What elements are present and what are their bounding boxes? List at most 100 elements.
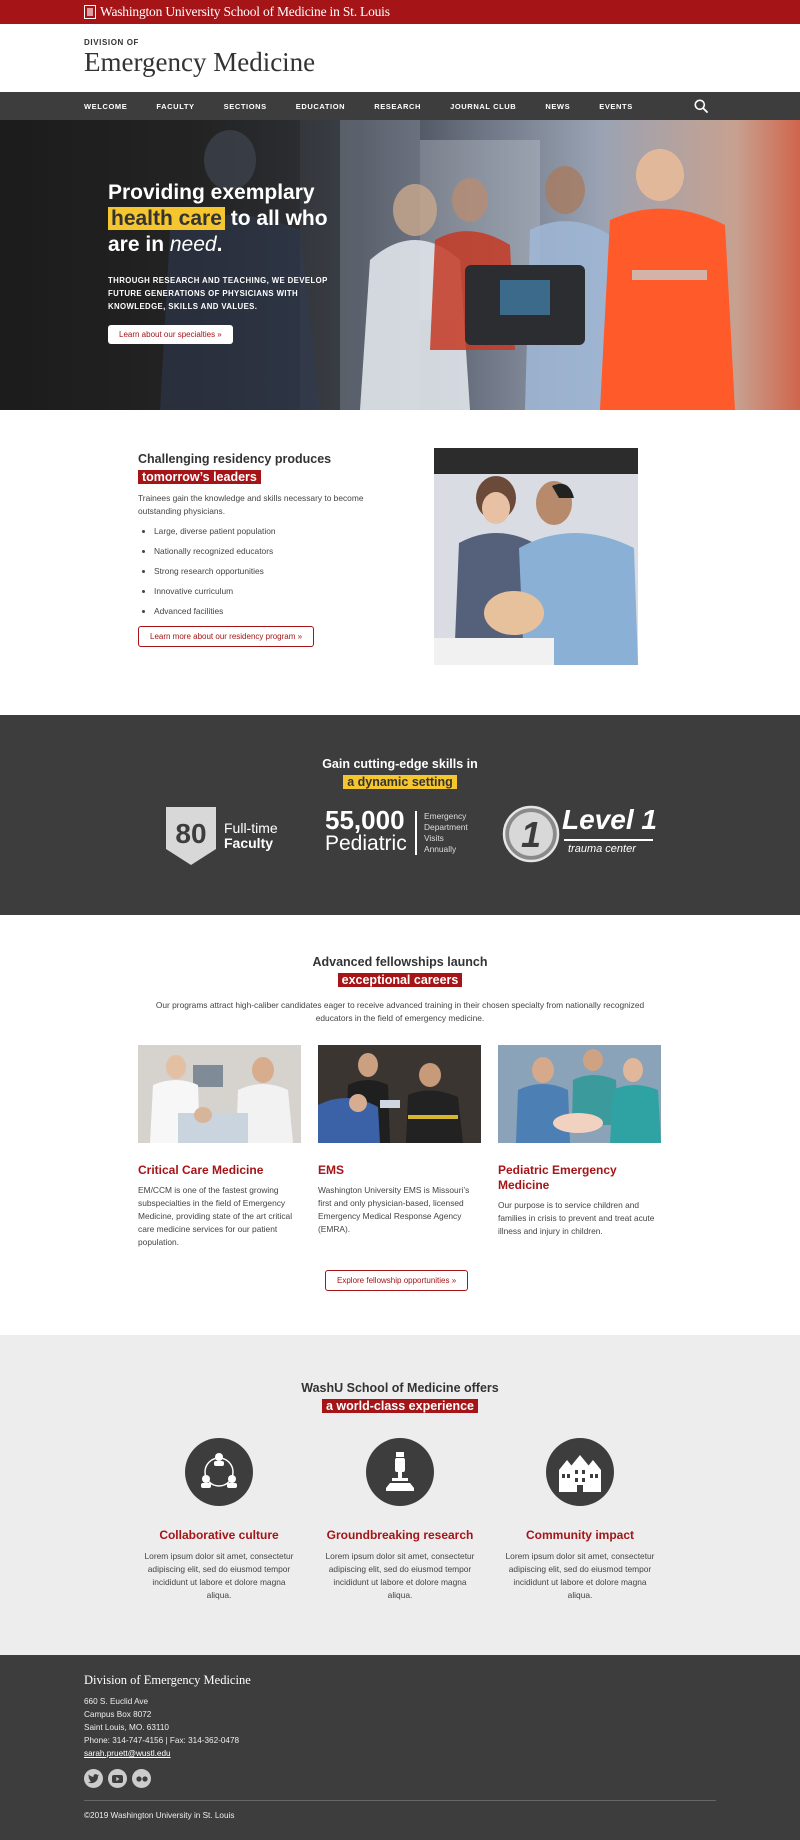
card-body: Washington University EMS is Missouri’s … [318, 1185, 470, 1234]
phone-fax: Phone: 314-747-4156 | Fax: 314-362-0478 [84, 1736, 240, 1745]
hero-line-3: are in [108, 233, 165, 256]
footer-divider [84, 1800, 716, 1801]
university-seal-icon [84, 5, 96, 19]
pediatric-number: 55,000 [325, 805, 405, 835]
nav-item-journal-club[interactable]: JOURNAL CLUB [450, 102, 516, 111]
fellowships-heading-text: Advanced fellowships launch [312, 955, 488, 969]
stats-highlight: a dynamic setting [343, 775, 457, 789]
fellowship-card-critical-care: Critical Care Medicine EM/CCM is one of … [138, 1045, 301, 1249]
nav-item-faculty[interactable]: FACULTY [156, 102, 194, 111]
card-title[interactable]: Pediatric Emergency Medicine [498, 1163, 661, 1193]
residency-body: Trainees gain the knowledge and skills n… [138, 493, 364, 516]
stats-heading-text: Gain cutting-edge skills in [322, 757, 478, 771]
residency-section: Challenging residency produces tomorrow’… [0, 410, 800, 715]
residency-highlight: tomorrow’s leaders [138, 470, 261, 484]
pediatric-photo [498, 1045, 661, 1143]
fellowship-card-pediatric: Pediatric Emergency Medicine Our purpose… [498, 1045, 661, 1238]
footer-org-name: Division of Emergency Medicine [84, 1673, 251, 1687]
hero-highlight: health care [108, 207, 225, 230]
email-link[interactable]: sarah.pruett@wustl.edu [84, 1749, 171, 1758]
fellowship-opportunities-button[interactable]: Explore fellowship opportunities » [325, 1270, 469, 1291]
world-highlight: a world-class experience [322, 1399, 478, 1413]
pediatric-desc-line: Annually [424, 844, 457, 854]
faculty-number: 80 [175, 818, 206, 849]
fellowships-highlight: exceptional careers [337, 973, 463, 987]
faculty-label: Full-time Faculty [224, 821, 278, 851]
divider [564, 839, 653, 841]
level-digit: 1 [521, 814, 541, 855]
critical-care-photo [138, 1045, 301, 1143]
card-body: EM/CCM is one of the fastest growing sub… [138, 1185, 293, 1247]
feature-body: Lorem ipsum dolor sit amet, consectetur … [325, 1551, 475, 1600]
nav-item-research[interactable]: RESEARCH [374, 102, 421, 111]
feature-title: Collaborative culture [159, 1528, 279, 1542]
world-class-section: WashU School of Medicine offers a world-… [0, 1335, 800, 1655]
list-item: Large, diverse patient population [154, 526, 378, 536]
world-heading-text: WashU School of Medicine offers [301, 1381, 499, 1395]
division-kicker: DIVISION OF [84, 38, 140, 47]
hero-subhead: THROUGH RESEARCH AND TEACHING, WE DEVELO… [108, 276, 328, 311]
fellowship-cards: Critical Care Medicine EM/CCM is one of … [138, 1045, 662, 1265]
twitter-icon[interactable] [84, 1769, 103, 1788]
fellowships-lead: Our programs attract high-caliber candid… [155, 1000, 645, 1023]
pediatric-word: Pediatric [325, 832, 407, 855]
address-line: Campus Box 8072 [84, 1710, 152, 1719]
level-text: Level 1 [562, 804, 657, 835]
hero-line-2: to all who [230, 207, 328, 230]
nav-item-welcome[interactable]: WELCOME [84, 102, 127, 111]
footer-address: 660 S. Euclid Ave Campus Box 8072 Saint … [84, 1695, 716, 1760]
stats-heading: Gain cutting-edge skills in a dynamic se… [0, 715, 800, 791]
feature-title: Community impact [525, 1528, 634, 1542]
pediatric-description: Emergency Department Visits Annually [424, 811, 468, 855]
specialties-button[interactable]: Learn about our specialties » [108, 325, 233, 344]
list-item: Innovative curriculum [154, 586, 378, 596]
pediatric-desc-line: Emergency [424, 811, 467, 821]
residency-heading-text: Challenging residency produces [138, 452, 332, 466]
feature-community: Community impact Lorem ipsum dolor sit a… [500, 1438, 660, 1602]
flickr-icon[interactable] [132, 1769, 151, 1788]
hero-line-1: Providing exemplary [108, 181, 315, 204]
list-item: Advanced facilities [154, 606, 378, 616]
microscope-icon [366, 1438, 434, 1506]
divider [415, 811, 417, 855]
card-title[interactable]: Critical Care Medicine [138, 1163, 301, 1178]
social-links [84, 1769, 716, 1788]
residency-program-button[interactable]: Learn more about our residency program » [138, 626, 315, 647]
hero-banner: Providing exemplary health care to all w… [0, 120, 800, 410]
card-title[interactable]: EMS [318, 1163, 481, 1178]
hero-copy: Providing exemplary health care to all w… [108, 180, 358, 344]
list-item: Strong research opportunities [154, 566, 378, 576]
fellowship-card-ems: EMS Washington University EMS is Missour… [318, 1045, 481, 1236]
feature-collaborative: Collaborative culture Lorem ipsum dolor … [139, 1438, 299, 1602]
youtube-icon[interactable] [108, 1769, 127, 1788]
nav-item-news[interactable]: NEWS [545, 102, 570, 111]
buildings-icon [546, 1438, 614, 1506]
feature-body: Lorem ipsum dolor sit amet, consectetur … [505, 1551, 655, 1600]
world-heading: WashU School of Medicine offers a world-… [0, 1335, 800, 1415]
search-icon[interactable] [694, 99, 708, 113]
card-body: Our purpose is to service children and f… [498, 1200, 655, 1236]
address-line: 660 S. Euclid Ave [84, 1697, 149, 1706]
stats-section: Gain cutting-edge skills in a dynamic se… [0, 715, 800, 915]
copyright: ©2019 Washington University in St. Louis [84, 1811, 235, 1820]
faculty-line-2: Faculty [224, 835, 274, 851]
site-title-link[interactable]: Emergency Medicine [84, 47, 315, 77]
residency-photo [434, 448, 638, 665]
feature-body: Lorem ipsum dolor sit amet, consectetur … [144, 1551, 294, 1600]
university-wordmark-link[interactable]: Washington University School of Medicine… [100, 4, 390, 20]
hero-headline: Providing exemplary health care to all w… [108, 180, 358, 258]
nav-item-events[interactable]: EVENTS [599, 102, 633, 111]
pediatric-desc-line: Department [424, 822, 468, 832]
faculty-line-1: Full-time [224, 820, 278, 836]
hero-period: . [216, 233, 223, 256]
residency-heading: Challenging residency produces tomorrow’… [138, 450, 378, 486]
site-header: DIVISION OF Emergency Medicine [0, 24, 800, 92]
university-topbar: Washington University School of Medicine… [0, 0, 800, 24]
nav-item-education[interactable]: EDUCATION [296, 102, 345, 111]
level-subtext: trauma center [568, 843, 636, 855]
faculty-shield-icon: 80 [166, 807, 216, 865]
fellowships-section: Advanced fellowships launch exceptional … [0, 915, 800, 1335]
nav-item-sections[interactable]: SECTIONS [224, 102, 267, 111]
fellowships-heading: Advanced fellowships launch exceptional … [0, 915, 800, 989]
feature-title: Groundbreaking research [326, 1528, 474, 1542]
